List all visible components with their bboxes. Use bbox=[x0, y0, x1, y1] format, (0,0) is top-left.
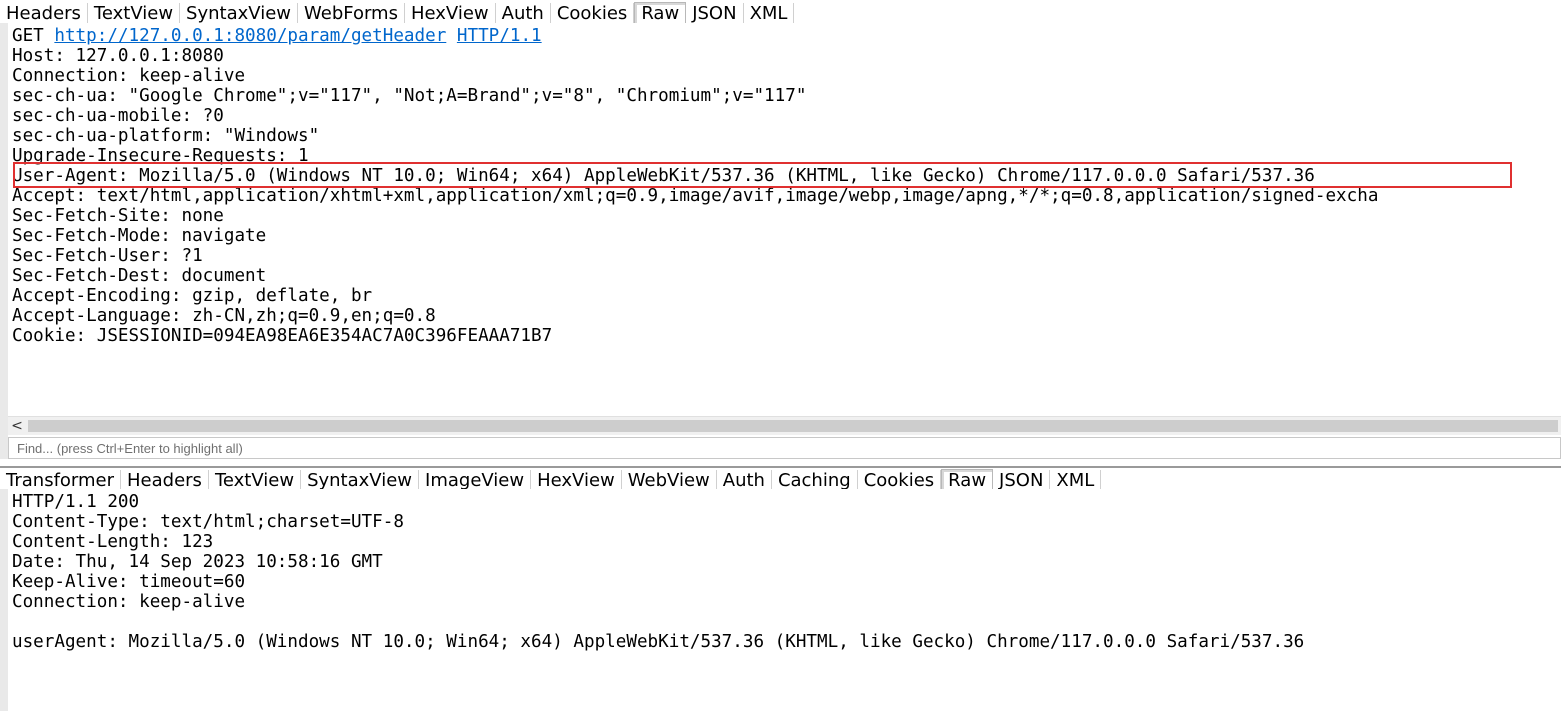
request-tab-syntaxview[interactable]: SyntaxView bbox=[180, 3, 298, 23]
request-header-line: Accept-Encoding: gzip, deflate, br bbox=[12, 286, 373, 306]
request-url-link[interactable]: http://127.0.0.1:8080/param/getHeader bbox=[54, 26, 446, 46]
response-header-line: Content-Length: 123 bbox=[12, 532, 214, 552]
request-tab-textview[interactable]: TextView bbox=[88, 3, 181, 23]
request-header-line: sec-ch-ua-platform: "Windows" bbox=[12, 126, 320, 146]
request-tab-auth[interactable]: Auth bbox=[496, 3, 551, 23]
request-line: GET http://127.0.0.1:8080/param/getHeade… bbox=[12, 26, 1561, 46]
request-header-line: Accept-Language: zh-CN,zh;q=0.9,en;q=0.8 bbox=[12, 306, 436, 326]
response-header-line: Connection: keep-alive bbox=[12, 592, 246, 612]
request-header-line: Sec-Fetch-Mode: navigate bbox=[12, 226, 267, 246]
request-tab-cookies[interactable]: Cookies bbox=[551, 3, 635, 23]
scroll-left-arrow-icon[interactable]: < bbox=[8, 417, 26, 435]
request-tab-raw[interactable]: Raw bbox=[634, 2, 687, 23]
scrollbar-thumb[interactable] bbox=[28, 420, 1558, 432]
request-tab-webforms[interactable]: WebForms bbox=[298, 3, 405, 23]
response-tab-bar: Transformer Headers TextView SyntaxView Imag… bbox=[0, 466, 1561, 491]
request-header-line: Cookie: JSESSIONID=094EA98EA6E354AC7A0C3… bbox=[12, 326, 553, 346]
response-tab-syntaxview[interactable]: SyntaxView bbox=[301, 470, 420, 490]
request-protocol: HTTP/1.1 bbox=[456, 26, 542, 46]
response-tab-headers[interactable]: Headers bbox=[121, 470, 209, 490]
response-tab-imageview[interactable]: ImageView bbox=[419, 470, 532, 490]
request-tab-json[interactable]: JSON bbox=[686, 3, 744, 23]
request-header-line: sec-ch-ua: "Google Chrome";v="117", "Not… bbox=[12, 86, 807, 106]
find-input[interactable] bbox=[9, 438, 1561, 458]
response-raw-view[interactable]: HTTP/1.1 200 Content-Type: text/html;char… bbox=[0, 489, 1561, 711]
response-tab-xml[interactable]: XML bbox=[1050, 470, 1102, 490]
response-header-line: Content-Type: text/html;charset=UTF-8 bbox=[12, 512, 404, 532]
response-raw-text[interactable]: HTTP/1.1 200 Content-Type: text/html;char… bbox=[8, 489, 1561, 652]
response-tab-cookies[interactable]: Cookies bbox=[858, 470, 942, 490]
response-tab-webview[interactable]: WebView bbox=[622, 470, 717, 490]
request-header-line: Host: 127.0.0.1:8080 bbox=[12, 46, 224, 66]
response-tab-json[interactable]: JSON bbox=[993, 470, 1051, 490]
request-tab-hexview[interactable]: HexView bbox=[405, 3, 496, 23]
request-tab-headers[interactable]: Headers bbox=[0, 3, 88, 23]
response-header-line: Keep-Alive: timeout=60 bbox=[12, 572, 246, 592]
response-body-line: userAgent: Mozilla/5.0 (Windows NT 10.0;… bbox=[12, 632, 1305, 652]
request-tab-bar: Headers TextView SyntaxView WebForms HexView… bbox=[0, 0, 1561, 24]
response-header-line: Date: Thu, 14 Sep 2023 10:58:16 GMT bbox=[12, 552, 383, 572]
request-header-line: Sec-Fetch-Dest: document bbox=[12, 266, 267, 286]
request-method: GET bbox=[12, 26, 44, 46]
request-header-line: Sec-Fetch-User: ?1 bbox=[12, 246, 203, 266]
request-tab-xml[interactable]: XML bbox=[744, 3, 795, 23]
request-header-line: Upgrade-Insecure-Requests: 1 bbox=[12, 146, 309, 166]
response-status-line: HTTP/1.1 200 bbox=[12, 492, 140, 512]
request-header-line: sec-ch-ua-mobile: ?0 bbox=[12, 106, 224, 126]
response-header-line bbox=[12, 612, 1561, 632]
request-header-line: Sec-Fetch-Site: none bbox=[12, 206, 224, 226]
response-tab-hexview[interactable]: HexView bbox=[531, 470, 622, 490]
request-raw-view[interactable]: GET http://127.0.0.1:8080/param/getHeade… bbox=[0, 23, 1561, 416]
horizontal-scrollbar[interactable]: < bbox=[8, 416, 1561, 435]
request-protocol-spacer bbox=[446, 26, 457, 46]
response-tab-transformer[interactable]: Transformer bbox=[0, 470, 122, 490]
splitter[interactable] bbox=[0, 459, 1561, 466]
request-header-line: Connection: keep-alive bbox=[12, 66, 246, 86]
request-header-line: Accept: text/html,application/xhtml+xml,… bbox=[12, 186, 1379, 206]
request-raw-text[interactable]: GET http://127.0.0.1:8080/param/getHeade… bbox=[8, 23, 1561, 346]
find-bar[interactable] bbox=[8, 437, 1561, 459]
request-header-line: User-Agent: Mozilla/5.0 (Windows NT 10.0… bbox=[12, 166, 1315, 186]
response-tab-raw[interactable]: Raw bbox=[941, 469, 994, 490]
response-tab-auth[interactable]: Auth bbox=[717, 470, 772, 490]
response-tab-textview[interactable]: TextView bbox=[209, 470, 302, 490]
response-tab-caching[interactable]: Caching bbox=[772, 470, 858, 490]
